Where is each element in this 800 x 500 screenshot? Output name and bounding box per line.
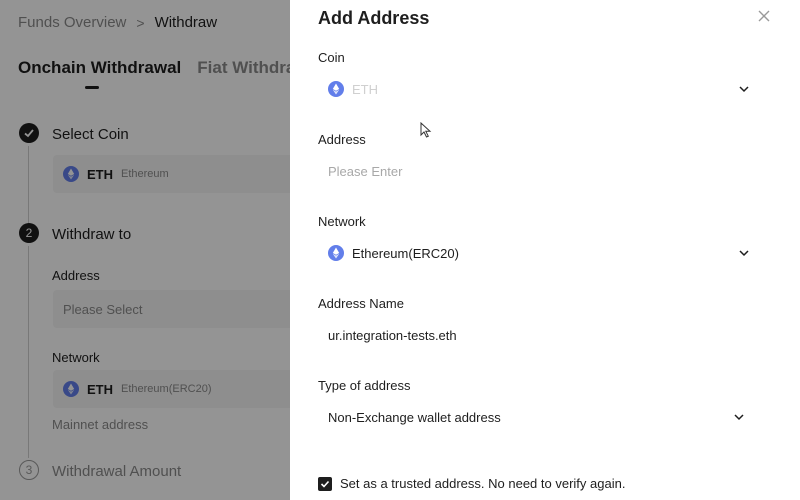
trusted-address-row[interactable]: Set as a trusted address. No need to ver… xyxy=(318,476,625,491)
ethereum-icon xyxy=(328,245,344,261)
address-input-placeholder: Please Enter xyxy=(328,163,403,179)
mouse-cursor-icon xyxy=(420,122,432,138)
coin-label: Coin xyxy=(318,50,345,65)
close-icon[interactable] xyxy=(756,8,772,24)
address-name-label: Address Name xyxy=(318,296,404,311)
network-select-value: Ethereum(ERC20) xyxy=(352,245,459,261)
type-of-address-value: Non-Exchange wallet address xyxy=(328,409,501,425)
type-of-address-label: Type of address xyxy=(318,378,411,393)
trusted-address-checkbox[interactable] xyxy=(318,476,332,491)
ethereum-icon xyxy=(328,81,344,97)
network-label: Network xyxy=(318,214,366,229)
chevron-down-icon[interactable] xyxy=(738,247,750,259)
add-address-drawer: Add Address Coin ETH Address Please Ente… xyxy=(290,0,800,500)
type-of-address-select[interactable]: Non-Exchange wallet address xyxy=(318,398,753,436)
chevron-down-icon[interactable] xyxy=(738,83,750,95)
network-select[interactable]: Ethereum(ERC20) xyxy=(318,234,758,272)
address-name-input[interactable]: ur.integration-tests.eth xyxy=(318,316,758,354)
trusted-address-label: Set as a trusted address. No need to ver… xyxy=(340,476,626,491)
drawer-title: Add Address xyxy=(318,8,430,28)
address-name-value: ur.integration-tests.eth xyxy=(328,327,457,343)
chevron-down-icon[interactable] xyxy=(733,411,745,423)
address-label: Address xyxy=(318,132,366,147)
address-input[interactable]: Please Enter xyxy=(318,152,758,190)
coin-select[interactable]: ETH xyxy=(318,70,758,108)
coin-select-value: ETH xyxy=(352,81,378,97)
